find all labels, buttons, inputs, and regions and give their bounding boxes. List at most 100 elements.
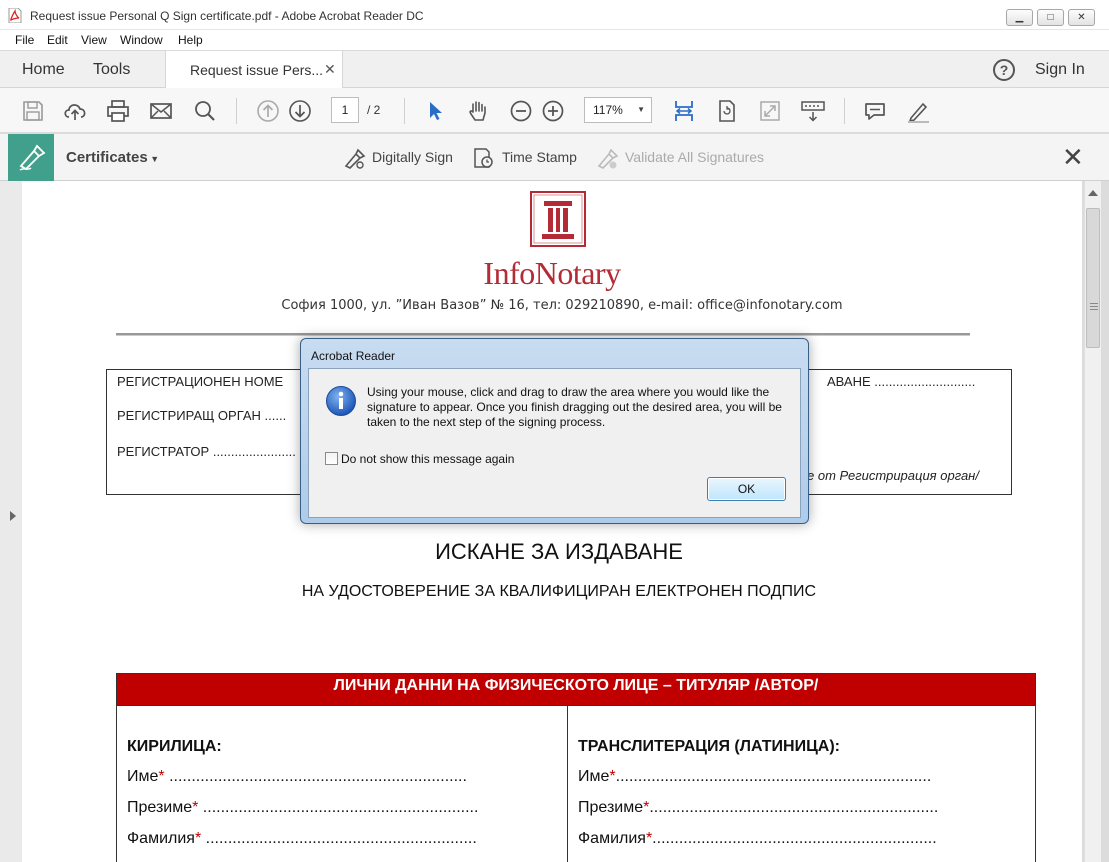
next-page-button[interactable]: [287, 98, 313, 124]
field-dots: ........................................…: [201, 830, 477, 847]
field-label: Име: [127, 768, 159, 785]
toolbar-separator: [404, 98, 405, 124]
field-label: Презиме: [578, 799, 644, 816]
menu-file[interactable]: File: [15, 33, 34, 47]
menu-view[interactable]: View: [81, 33, 107, 47]
zoom-in-button[interactable]: [540, 98, 566, 124]
save-icon: [23, 101, 43, 121]
info-icon: [326, 386, 356, 416]
hand-tool-button[interactable]: [465, 98, 491, 124]
comment-button[interactable]: [862, 98, 888, 124]
certificates-menu[interactable]: Certificates ▼: [66, 149, 159, 166]
document-subtitle: НА УДОСТОВЕРЕНИЕ ЗА КВАЛИФИЦИРАН ЕЛЕКТРО…: [301, 583, 817, 600]
chevron-down-icon: ▼: [637, 105, 645, 114]
tab-bar: Home Tools Request issue Pers... ✕ ? Sig…: [0, 50, 1109, 89]
toolbar-separator: [844, 98, 845, 124]
personal-data-form: ЛИЧНИ ДАННИ НА ФИЗИЧЕСКОТО ЛИЦЕ – ТИТУЛЯ…: [116, 673, 1036, 862]
field-dots: ........................................…: [164, 768, 467, 785]
tab-document[interactable]: Request issue Pers... ✕: [165, 51, 343, 89]
close-panel-icon[interactable]: ✕: [1062, 142, 1084, 173]
time-stamp-icon: [474, 148, 493, 168]
digital-sign-icon: [344, 148, 366, 169]
menu-help[interactable]: Help: [178, 33, 203, 47]
registration-number-label: РЕГИСТРАЦИОНЕН НОМЕ: [117, 374, 284, 389]
save-button[interactable]: [20, 98, 46, 124]
do-not-show-checkbox[interactable]: [325, 452, 338, 465]
company-address: София 1000, ул. ”Иван Вазов” № 16, тел: …: [281, 298, 843, 313]
caret-down-icon: ▼: [147, 154, 160, 164]
search-icon: [195, 101, 215, 121]
help-icon[interactable]: ?: [993, 59, 1015, 81]
page-total: / 2: [367, 103, 381, 117]
certificate-pen-icon: [19, 144, 46, 171]
minimize-button[interactable]: ▁: [1006, 9, 1033, 26]
do-not-show-label[interactable]: Do not show this message again: [341, 452, 514, 466]
scrollbar-thumb[interactable]: [1086, 208, 1100, 348]
fit-width-button[interactable]: [671, 98, 697, 124]
dialog-body: Using your mouse, click and drag to draw…: [308, 368, 801, 518]
ok-button[interactable]: OK: [707, 477, 786, 501]
find-button[interactable]: [192, 98, 218, 124]
last-name-latin-field[interactable]: Фамилия*................................…: [578, 830, 937, 848]
full-screen-button[interactable]: [757, 98, 783, 124]
expand-icon: [760, 101, 780, 121]
comment-bubble-icon: [865, 103, 885, 120]
pdf-file-icon: [8, 8, 22, 23]
field-dots: ........................................…: [649, 799, 939, 816]
brand-name: InfoNotary: [483, 255, 621, 291]
close-tab-icon[interactable]: ✕: [324, 61, 336, 78]
page-number-input[interactable]: 1: [331, 97, 359, 123]
time-stamp-button[interactable]: Time Stamp: [502, 149, 577, 165]
email-button[interactable]: [148, 98, 174, 124]
select-tool-button[interactable]: [422, 98, 448, 124]
field-dots: ........................................…: [615, 768, 932, 785]
page-rotate-icon: [719, 100, 735, 122]
rotate-page-button[interactable]: [714, 98, 740, 124]
middle-name-cyrillic-field[interactable]: Презиме* ...............................…: [127, 799, 478, 817]
menu-window[interactable]: Window: [120, 33, 163, 47]
envelope-icon: [150, 103, 172, 119]
field-dots: ........................................…: [198, 799, 479, 816]
minimize-icon: ▁: [1015, 12, 1024, 23]
last-name-cyrillic-field[interactable]: Фамилия* ...............................…: [127, 830, 477, 848]
maximize-button[interactable]: □: [1037, 9, 1064, 26]
zoom-out-button[interactable]: [508, 98, 534, 124]
menu-bar: File Edit View Window Help: [0, 30, 1109, 50]
validate-signatures-icon: [597, 148, 619, 169]
close-window-button[interactable]: ✕: [1068, 9, 1095, 26]
first-name-latin-field[interactable]: Име*....................................…: [578, 768, 931, 786]
middle-name-latin-field[interactable]: Презиме*................................…: [578, 799, 938, 817]
first-name-cyrillic-field[interactable]: Име* ...................................…: [127, 768, 467, 786]
minus-circle-icon: [510, 100, 532, 122]
menu-edit[interactable]: Edit: [47, 33, 68, 47]
document-title: ИСКАНЕ ЗА ИЗДАВАНЕ: [435, 539, 683, 564]
registration-note: е от Регистрирация орган/: [807, 468, 979, 483]
field-label: Фамилия: [578, 830, 646, 847]
close-icon: ✕: [1077, 12, 1086, 23]
chevron-right-icon: [10, 511, 16, 521]
cyrillic-heading: КИРИЛИЦА:: [127, 738, 222, 755]
previous-page-button[interactable]: [255, 98, 281, 124]
certificates-tool-badge[interactable]: [8, 134, 54, 181]
registration-date-label: АВАНЕ ............................: [827, 374, 976, 389]
zoom-select[interactable]: 117% ▼: [584, 97, 652, 123]
tab-home[interactable]: Home: [22, 61, 65, 79]
arrow-down-circle-icon: [289, 100, 311, 122]
vertical-scrollbar[interactable]: [1084, 181, 1101, 862]
print-button[interactable]: [105, 98, 131, 124]
sign-in-link[interactable]: Sign In: [1035, 61, 1085, 79]
scroll-mode-button[interactable]: [800, 98, 826, 124]
cursor-arrow-icon: [430, 102, 442, 120]
validate-all-signatures-button[interactable]: Validate All Signatures: [625, 149, 764, 165]
scroll-up-icon[interactable]: [1088, 190, 1098, 196]
upload-cloud-button[interactable]: [62, 98, 88, 124]
digitally-sign-button[interactable]: Digitally Sign: [372, 149, 453, 165]
tab-tools[interactable]: Tools: [93, 61, 130, 79]
dialog-title: Acrobat Reader: [311, 349, 396, 363]
field-label: Име: [578, 768, 610, 785]
left-pane-toggle[interactable]: [0, 181, 22, 862]
highlight-button[interactable]: [905, 98, 931, 124]
field-label: Презиме: [127, 799, 193, 816]
plus-circle-icon: [542, 100, 564, 122]
fit-width-icon: [675, 101, 693, 121]
